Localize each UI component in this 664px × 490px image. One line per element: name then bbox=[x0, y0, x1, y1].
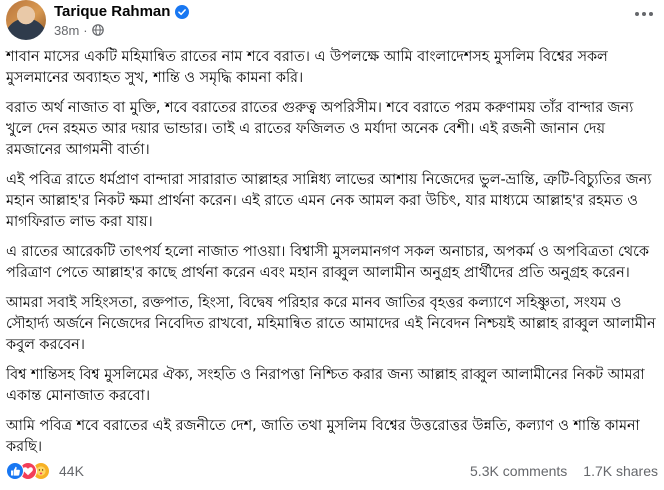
author-name[interactable]: Tarique Rahman bbox=[54, 3, 170, 20]
post-paragraph: আমরা সবাই সহিংসতা, রক্তপাত, হিংসা, বিদ্ব… bbox=[6, 295, 656, 353]
reactions-summary[interactable]: 44K bbox=[6, 462, 84, 480]
meta-separator: · bbox=[83, 22, 88, 38]
more-options-icon[interactable] bbox=[632, 4, 656, 24]
post-body: শাবান মাসের একটি মহিমান্বিত রাতের নাম শব… bbox=[6, 47, 658, 467]
comments-count[interactable]: 5.3K comments bbox=[470, 463, 567, 479]
post-timestamp[interactable]: 38m bbox=[54, 23, 79, 38]
post-paragraph: এ রাতের আরেকটি তাৎপর্য হলো নাজাত পাওয়া।… bbox=[6, 244, 649, 281]
post-paragraph: আমি পবিত্র শবে বরাতের এই রজনীতে দেশ, জাত… bbox=[6, 418, 640, 455]
post-paragraph: শাবান মাসের একটি মহিমান্বিত রাতের নাম শব… bbox=[6, 49, 608, 86]
post-meta: 38m · bbox=[54, 22, 104, 38]
post-footer: 44K 5.3K comments 1.7K shares bbox=[6, 460, 658, 482]
author-row: Tarique Rahman bbox=[54, 1, 190, 21]
post-paragraph: বিশ্ব শান্তিসহ বিশ্ব মুসলিমের ঐক্য, সংহত… bbox=[6, 367, 645, 404]
verified-badge-icon bbox=[175, 4, 190, 19]
like-icon bbox=[6, 462, 24, 480]
reaction-count[interactable]: 44K bbox=[59, 463, 84, 479]
post-header: Tarique Rahman 38m · bbox=[6, 0, 658, 46]
engagement-stats: 5.3K comments 1.7K shares bbox=[470, 463, 658, 479]
post-paragraph: বরাত অর্থ নাজাত বা মুক্তি, শবে বরাতের রা… bbox=[6, 100, 634, 158]
post-paragraph: এই পবিত্র রাতে ধর্মপ্রাণ বান্দারা সারারা… bbox=[6, 172, 652, 230]
shares-count[interactable]: 1.7K shares bbox=[583, 463, 658, 479]
avatar[interactable] bbox=[6, 0, 46, 40]
globe-icon bbox=[91, 24, 104, 36]
reaction-icons bbox=[6, 462, 50, 480]
facebook-post: Tarique Rahman 38m · শাবান মাসের একটি মহ… bbox=[0, 0, 664, 490]
